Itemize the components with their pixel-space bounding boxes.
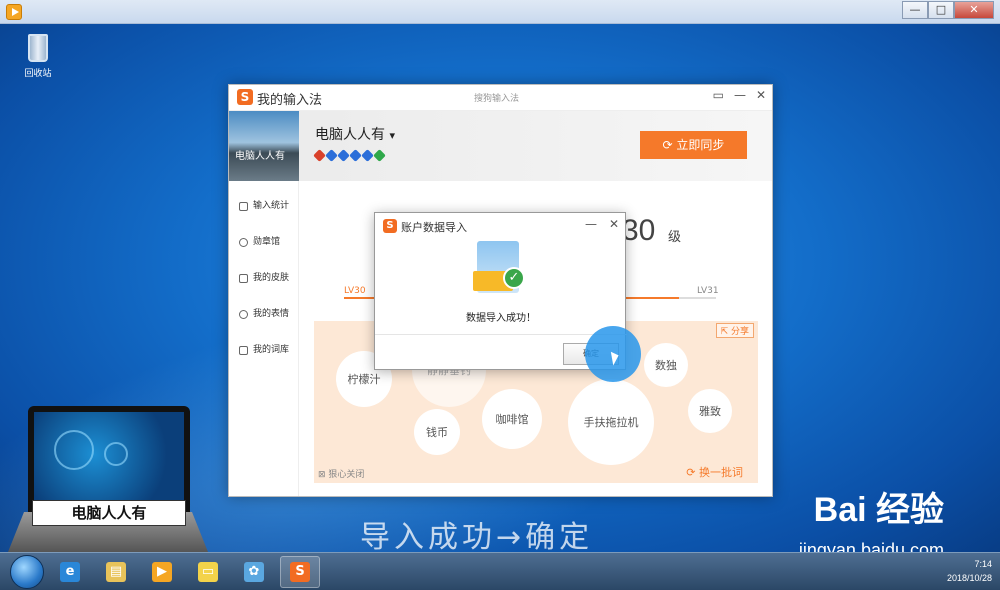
baidu-watermark: Bai 经验 bbox=[813, 491, 944, 529]
pen-badge-icon bbox=[313, 149, 326, 162]
taskbar-explorer-button[interactable]: ▤ bbox=[96, 556, 136, 588]
pen-badge-icon bbox=[349, 149, 362, 162]
maximize-button[interactable]: □ bbox=[928, 1, 954, 19]
ime-window-controls: ▭ — ✕ bbox=[713, 88, 766, 102]
recycle-bin-label: 回收站 bbox=[24, 69, 52, 79]
word-bubble[interactable]: 雅致 bbox=[688, 389, 732, 433]
pen-badge-icon bbox=[337, 149, 350, 162]
minimize-button[interactable]: — bbox=[902, 1, 928, 19]
taskbar-ie-button[interactable]: e bbox=[50, 556, 90, 588]
baidu-url: jingyan.baidu.com bbox=[798, 540, 944, 552]
word-bubble[interactable]: 数独 bbox=[644, 343, 688, 387]
chevron-down-icon[interactable]: ▾ bbox=[389, 129, 395, 142]
laptop-screen bbox=[28, 406, 190, 512]
clock-time[interactable]: 7:14 bbox=[947, 557, 992, 571]
sidebar-item-emoji[interactable]: 我的表情 bbox=[229, 299, 299, 329]
refresh-words-button[interactable]: ⟳ 换一批词 bbox=[686, 464, 743, 480]
profile-name[interactable]: 电脑人人有 ▾ bbox=[315, 124, 395, 144]
sidebar-item-stats[interactable]: 输入统计 bbox=[229, 191, 299, 221]
video-caption: 导入成功→确定 bbox=[360, 520, 594, 552]
word-bubble[interactable]: 手扶拖拉机 bbox=[568, 379, 654, 465]
smiley-icon bbox=[239, 309, 248, 319]
pen-badge-icon bbox=[325, 149, 338, 162]
laptop-logo: 电脑人人有 bbox=[8, 406, 208, 552]
taskbar: e ▤ ▶ ▭ ✿ S 7:14 2018/10/28 bbox=[0, 552, 1000, 590]
minimize-icon[interactable]: — bbox=[585, 217, 597, 231]
sogou-icon: S bbox=[290, 562, 310, 582]
close-cloud-button[interactable]: ⊠ 狠心关闭 bbox=[318, 467, 364, 480]
clock-date[interactable]: 2018/10/28 bbox=[947, 571, 992, 585]
laptop-label: 电脑人人有 bbox=[32, 500, 186, 526]
medal-icon bbox=[239, 237, 248, 247]
sticky-icon: ▭ bbox=[198, 562, 218, 582]
profile-header: 电脑人人有 电脑人人有 ▾ ⟳ 立即同步 bbox=[229, 111, 772, 181]
level-current-label: LV30 bbox=[344, 286, 366, 296]
shirt-icon bbox=[239, 273, 248, 283]
close-icon[interactable]: ✕ bbox=[609, 217, 619, 231]
book-icon bbox=[239, 345, 248, 355]
sogou-logo-icon: S bbox=[383, 219, 397, 233]
level-number: 30 bbox=[622, 214, 656, 247]
recycle-bin-icon bbox=[28, 34, 48, 62]
pen-badges bbox=[313, 149, 386, 162]
word-bubble[interactable]: 钱币 bbox=[414, 409, 460, 455]
player-app-icon bbox=[6, 4, 22, 20]
level-unit: 级 bbox=[668, 230, 682, 245]
profile-avatar[interactable]: 电脑人人有 bbox=[229, 111, 299, 181]
level-next-label: LV31 bbox=[697, 286, 719, 296]
share-button[interactable]: ⇱ 分享 bbox=[715, 323, 754, 338]
minimize-icon[interactable]: — bbox=[734, 88, 746, 102]
dialog-controls: — ✕ bbox=[585, 217, 619, 231]
taskbar-sogou-button[interactable]: S bbox=[280, 556, 320, 588]
recycle-bin[interactable]: 回收站 bbox=[18, 34, 58, 79]
ime-titlebar: S 我的输入法 搜狗输入法 ▭ — ✕ bbox=[229, 85, 772, 111]
sidebar-item-medals[interactable]: 勋章馆 bbox=[229, 227, 299, 257]
pen-badge-icon bbox=[361, 149, 374, 162]
sogou-logo-icon: S bbox=[237, 89, 253, 105]
close-icon[interactable]: ✕ bbox=[756, 88, 766, 102]
player-window-controls: — □ ✕ bbox=[902, 1, 994, 19]
dialog-divider bbox=[375, 334, 627, 335]
dialog-title: 账户数据导入 bbox=[401, 221, 467, 234]
start-button[interactable] bbox=[10, 555, 44, 589]
feedback-icon[interactable]: ▭ bbox=[713, 88, 724, 102]
media-icon: ▶ bbox=[152, 562, 172, 582]
explorer-icon: ▤ bbox=[106, 562, 126, 582]
sidebar-item-dictionary[interactable]: 我的词库 bbox=[229, 335, 299, 365]
word-bubble[interactable]: 咖啡馆 bbox=[482, 389, 542, 449]
dialog-message: 数据导入成功！ bbox=[466, 313, 536, 324]
pen-badge-icon bbox=[373, 149, 386, 162]
taskbar-sticky-button[interactable]: ▭ bbox=[188, 556, 228, 588]
taskbar-media-button[interactable]: ▶ bbox=[142, 556, 182, 588]
close-button[interactable]: ✕ bbox=[954, 1, 994, 19]
player-titlebar: — □ ✕ bbox=[0, 0, 1000, 24]
system-tray: 7:14 2018/10/28 bbox=[947, 557, 992, 585]
sync-now-button[interactable]: ⟳ 立即同步 bbox=[640, 131, 747, 159]
ime-title: 我的输入法 bbox=[257, 93, 323, 108]
sidebar-item-skins[interactable]: 我的皮肤 bbox=[229, 263, 299, 293]
import-success-icon: ✓ bbox=[473, 241, 527, 297]
ie-icon: e bbox=[60, 562, 80, 582]
chart-icon bbox=[239, 201, 248, 211]
paint-icon: ✿ bbox=[244, 562, 264, 582]
check-icon: ✓ bbox=[503, 267, 525, 289]
ime-subtitle: 搜狗输入法 bbox=[474, 94, 520, 104]
taskbar-paint-button[interactable]: ✿ bbox=[234, 556, 274, 588]
sidebar: 输入统计 勋章馆 我的皮肤 我的表情 我的词库 bbox=[229, 181, 299, 496]
